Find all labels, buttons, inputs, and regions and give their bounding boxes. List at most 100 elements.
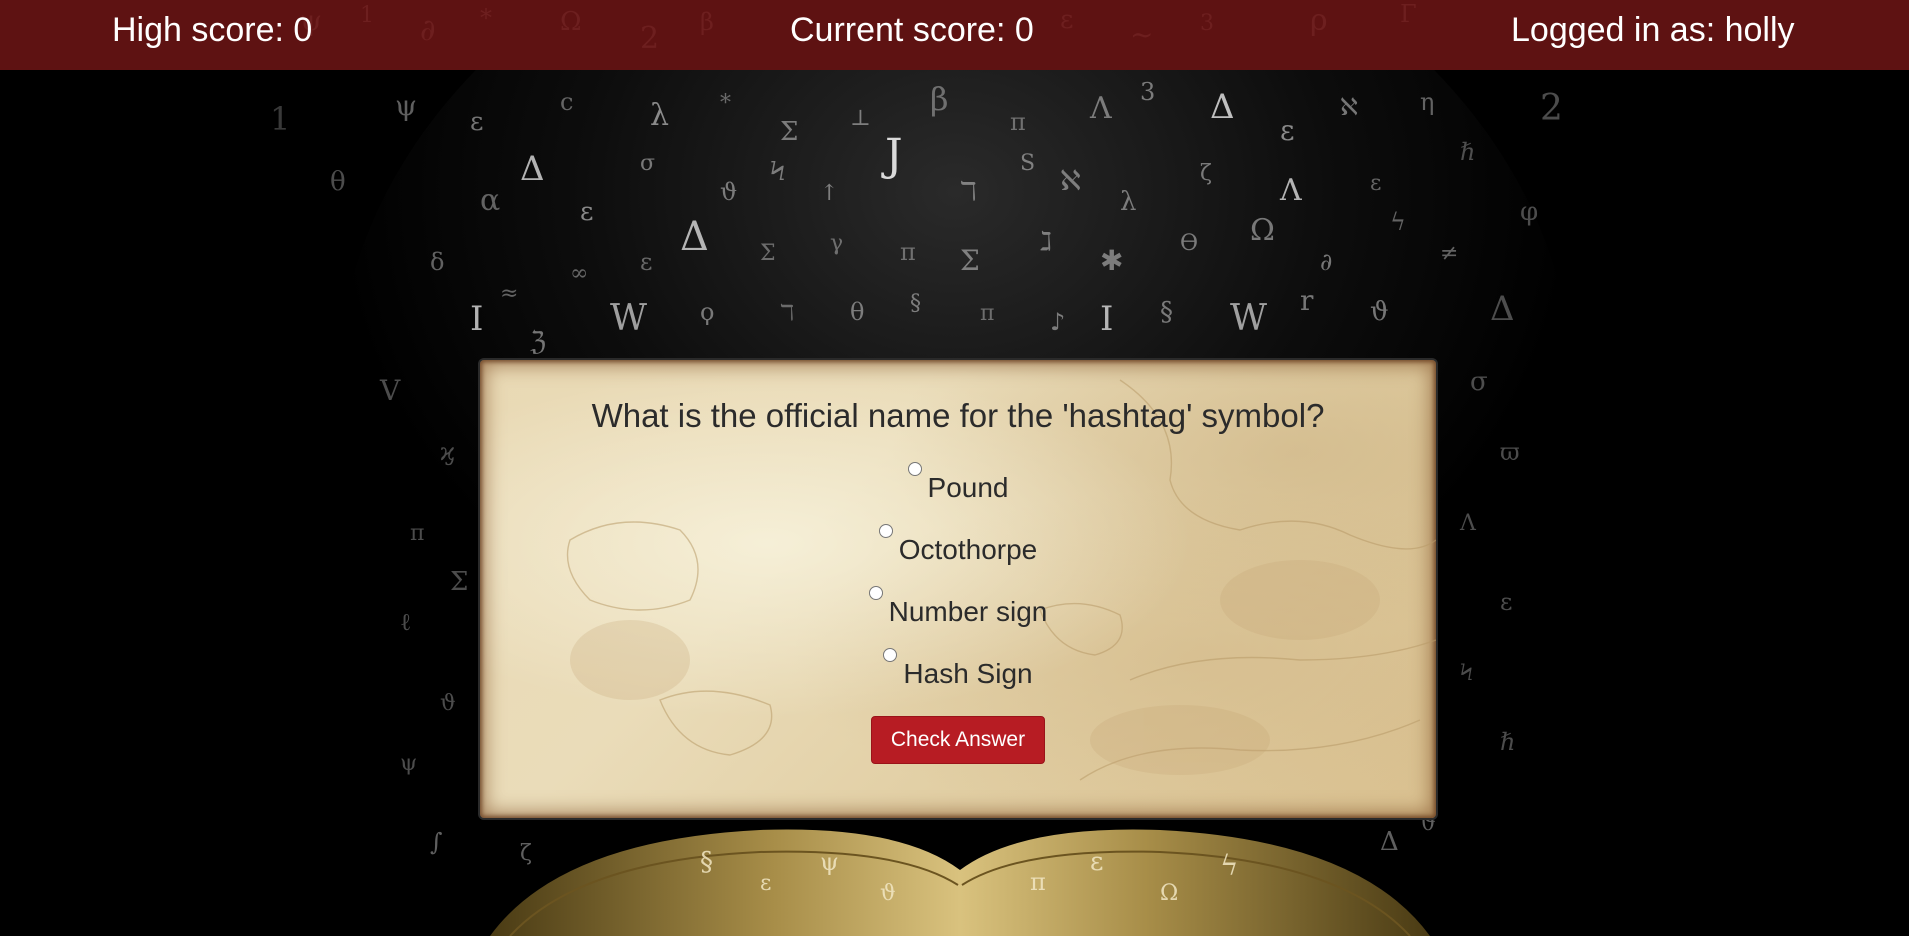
svg-text:⊥: ⊥	[850, 106, 871, 131]
svg-text:φ: φ	[1520, 197, 1538, 227]
svg-text:ϟ: ϟ	[1390, 208, 1406, 236]
question-text: What is the official name for the 'hasht…	[591, 397, 1325, 434]
svg-text:ϑ: ϑ	[880, 881, 896, 906]
answer-choice-number-sign[interactable]: Number sign	[868, 586, 1047, 628]
svg-text:Δ: Δ	[1210, 87, 1235, 127]
svg-text:δ: δ	[430, 248, 444, 276]
svg-text:α: α	[480, 183, 500, 218]
svg-text:ℷ: ℷ	[1040, 227, 1052, 257]
radio-button[interactable]	[907, 462, 922, 476]
svg-text:I: I	[470, 299, 483, 339]
svg-text:Ѳ: Ѳ	[1180, 231, 1198, 256]
check-answer-button[interactable]: Check Answer	[871, 716, 1045, 764]
svg-text:ℸ: ℸ	[960, 177, 977, 207]
svg-text:λ: λ	[1120, 187, 1136, 217]
svg-text:ϙ: ϙ	[700, 298, 714, 326]
svg-text:↑: ↑	[820, 181, 838, 206]
answer-option: Hash Sign	[480, 648, 1436, 710]
answer-option: Number sign	[480, 586, 1436, 648]
svg-text:Δ: Δ	[1490, 289, 1515, 329]
svg-text:ε: ε	[640, 248, 652, 276]
svg-text:Λ: Λ	[1459, 511, 1477, 536]
svg-text:ζ: ζ	[520, 841, 532, 866]
svg-text:ϑ: ϑ	[1370, 297, 1389, 327]
svg-text:Ʌ: Ʌ	[1279, 173, 1302, 208]
svg-text:γ: γ	[830, 231, 843, 256]
svg-text:ℵ: ℵ	[1060, 164, 1081, 197]
svg-text:ℵ: ℵ	[1340, 93, 1358, 121]
svg-text:W: W	[610, 298, 647, 339]
logged-in-user: Logged in as: holly	[1511, 11, 1795, 49]
svg-text:σ: σ	[1470, 367, 1488, 397]
svg-text:Ϟ: Ϟ	[770, 157, 785, 187]
svg-text:~: ~	[1130, 18, 1153, 51]
svg-text:ε: ε	[470, 107, 483, 137]
svg-text:ℓ: ℓ	[400, 608, 412, 636]
svg-text:Γ: Γ	[1400, 0, 1417, 28]
svg-text:1: 1	[360, 3, 374, 28]
svg-text:c: c	[560, 88, 573, 116]
quiz-page: ψ 1 ∂ * Ω 2 β ε ~ 3 ρ Γ High score: 0 Cu…	[0, 0, 1909, 936]
radio-button[interactable]	[878, 524, 893, 538]
svg-text:π: π	[1010, 108, 1026, 136]
svg-text:✱: ✱	[1100, 244, 1123, 277]
svg-text:β: β	[930, 80, 949, 118]
svg-text:J: J	[881, 130, 903, 181]
svg-text:∂: ∂	[1320, 248, 1332, 276]
svg-text:∂: ∂	[420, 13, 436, 48]
svg-text:σ: σ	[640, 151, 655, 176]
svg-text:π: π	[980, 301, 994, 326]
svg-text:Ω: Ω	[1250, 213, 1275, 248]
svg-text:ζ: ζ	[1200, 161, 1212, 186]
answer-choice-pound[interactable]: Pound	[907, 462, 1009, 504]
answer-label: Pound	[927, 472, 1009, 503]
svg-text:ψ: ψ	[400, 751, 417, 776]
svg-text:Δ: Δ	[520, 149, 545, 189]
svg-text:ψ: ψ	[820, 848, 839, 876]
answer-choice-hash-sign[interactable]: Hash Sign	[883, 648, 1033, 690]
svg-text:ϑ: ϑ	[440, 691, 456, 716]
svg-text:Ω: Ω	[560, 7, 582, 37]
svg-text:§: §	[910, 291, 921, 316]
answer-options: Pound Octothorpe Number sign Hash Sign	[480, 462, 1436, 710]
svg-text:Ѕ: Ѕ	[1020, 151, 1035, 176]
svg-text:η: η	[1420, 88, 1434, 116]
svg-text:θ: θ	[330, 167, 346, 197]
svg-text:Λ: Λ	[1089, 91, 1112, 126]
svg-text:ε: ε	[1060, 5, 1073, 35]
svg-text:Ϟ: Ϟ	[1460, 661, 1473, 686]
question-card: What is the official name for the 'hasht…	[480, 360, 1436, 818]
svg-text:≈: ≈	[500, 281, 518, 306]
svg-text:β: β	[700, 8, 714, 36]
svg-text:*: *	[480, 4, 492, 32]
radio-button[interactable]	[868, 586, 883, 600]
radio-button[interactable]	[883, 648, 898, 662]
score-header: ψ 1 ∂ * Ω 2 β ε ~ 3 ρ Γ High score: 0 Cu…	[0, 0, 1909, 70]
svg-text:λ: λ	[650, 98, 669, 133]
svg-text:I: I	[1100, 299, 1113, 339]
svg-text:∞: ∞	[570, 261, 588, 286]
svg-text:ϖ: ϖ	[1500, 438, 1520, 466]
svg-text:≠: ≠	[1440, 241, 1458, 266]
answer-option: Pound	[480, 462, 1436, 524]
svg-text:ψ: ψ	[395, 89, 417, 122]
svg-text:3: 3	[1200, 11, 1214, 36]
svg-text:2: 2	[1540, 88, 1563, 129]
svg-text:2: 2	[640, 21, 659, 56]
svg-text:ϑ: ϑ	[720, 178, 737, 206]
svg-text:∫: ∫	[430, 828, 443, 856]
svg-text:ℏ: ℏ	[1500, 728, 1515, 756]
current-score: Current score: 0	[790, 11, 1034, 49]
answer-choice-octothorpe[interactable]: Octothorpe	[878, 524, 1037, 566]
svg-text:V: V	[379, 374, 401, 407]
svg-text:Δ: Δ	[1380, 827, 1399, 857]
svg-text:Ω: Ω	[1160, 881, 1178, 906]
svg-text:Σ: Σ	[960, 244, 980, 277]
svg-text:ε: ε	[760, 871, 771, 896]
svg-text:ϗ: ϗ	[440, 438, 455, 466]
svg-text:r: r	[1300, 284, 1314, 317]
svg-text:ℏ: ℏ	[1460, 138, 1475, 166]
svg-text:ε: ε	[1500, 588, 1512, 616]
svg-text:ε: ε	[1090, 847, 1103, 877]
svg-text:ℨ: ℨ	[530, 327, 546, 357]
